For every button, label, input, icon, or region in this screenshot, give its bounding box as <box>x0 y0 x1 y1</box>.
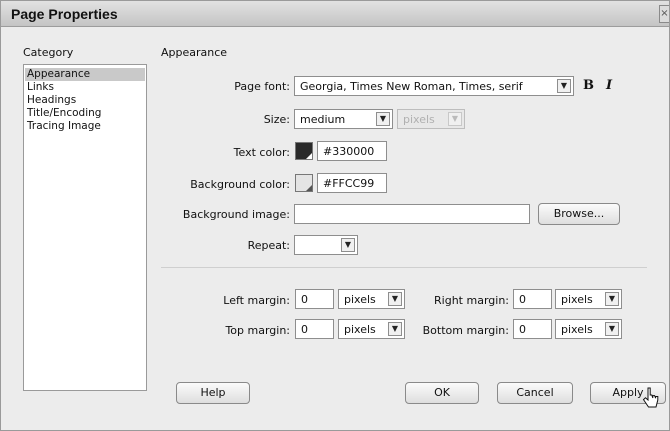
bottom-margin-unit-value: pixels <box>561 323 593 336</box>
category-item-tracing-image[interactable]: Tracing Image <box>27 120 101 132</box>
size-unit-select: pixels ▼ <box>397 109 465 129</box>
top-margin-label: Top margin: <box>225 324 290 337</box>
background-image-input[interactable] <box>294 204 530 224</box>
bottom-margin-label: Bottom margin: <box>422 324 509 337</box>
divider <box>161 267 647 268</box>
italic-button[interactable]: I <box>606 78 612 93</box>
repeat-label: Repeat: <box>247 239 290 252</box>
size-select[interactable]: medium ▼ <box>294 109 393 129</box>
page-font-value: Georgia, Times New Roman, Times, serif <box>300 80 523 93</box>
right-margin-unit-select[interactable]: pixels ▼ <box>555 289 622 309</box>
background-color-swatch[interactable] <box>295 174 313 192</box>
bottom-margin-input[interactable]: 0 <box>513 319 552 339</box>
close-icon[interactable]: × <box>659 5 669 23</box>
chevron-down-icon: ▼ <box>605 322 619 336</box>
top-margin-unit-select[interactable]: pixels ▼ <box>338 319 405 339</box>
title-bar: Page Properties × <box>1 1 669 27</box>
right-margin-unit-value: pixels <box>561 293 593 306</box>
bottom-margin-unit-select[interactable]: pixels ▼ <box>555 319 622 339</box>
page-properties-dialog: Page Properties × Category Appearance Li… <box>0 0 670 431</box>
right-margin-label: Right margin: <box>434 294 509 307</box>
chevron-down-icon: ▼ <box>448 112 462 126</box>
help-button[interactable]: Help <box>176 382 250 404</box>
panel-header: Appearance <box>161 46 228 59</box>
text-color-label: Text color: <box>233 146 290 159</box>
chevron-down-icon: ▼ <box>557 79 571 93</box>
page-font-label: Page font: <box>234 80 290 93</box>
left-margin-unit-select[interactable]: pixels ▼ <box>338 289 405 309</box>
chevron-down-icon: ▼ <box>341 238 355 252</box>
dialog-title: Page Properties <box>11 6 118 22</box>
top-margin-unit-value: pixels <box>344 323 376 336</box>
repeat-select[interactable]: ▼ <box>294 235 358 255</box>
text-color-input[interactable]: #330000 <box>317 141 387 161</box>
background-color-label: Background color: <box>190 178 290 191</box>
category-list: Appearance Links Headings Title/Encoding… <box>23 64 147 391</box>
size-value: medium <box>300 113 346 126</box>
chevron-down-icon: ▼ <box>388 292 402 306</box>
category-item-links[interactable]: Links <box>27 81 54 93</box>
chevron-down-icon: ▼ <box>376 112 390 126</box>
background-image-label: Background image: <box>182 208 290 221</box>
background-color-input[interactable]: #FFCC99 <box>317 173 387 193</box>
category-item-title-encoding[interactable]: Title/Encoding <box>27 107 101 119</box>
text-color-swatch[interactable] <box>295 142 313 160</box>
page-font-select[interactable]: Georgia, Times New Roman, Times, serif ▼ <box>294 76 574 96</box>
chevron-down-icon: ▼ <box>388 322 402 336</box>
left-margin-unit-value: pixels <box>344 293 376 306</box>
ok-button[interactable]: OK <box>405 382 479 404</box>
browse-button[interactable]: Browse... <box>538 203 620 225</box>
bold-button[interactable]: B <box>583 78 594 93</box>
chevron-down-icon: ▼ <box>605 292 619 306</box>
top-margin-input[interactable]: 0 <box>295 319 334 339</box>
category-item-headings[interactable]: Headings <box>27 94 76 106</box>
left-margin-input[interactable]: 0 <box>295 289 334 309</box>
category-item-appearance[interactable]: Appearance <box>25 68 145 81</box>
right-margin-input[interactable]: 0 <box>513 289 552 309</box>
category-header: Category <box>23 46 74 59</box>
size-unit-value: pixels <box>403 113 435 126</box>
cancel-button[interactable]: Cancel <box>497 382 573 404</box>
left-margin-label: Left margin: <box>223 294 290 307</box>
mouse-pointer-icon <box>642 387 659 408</box>
size-label: Size: <box>263 113 290 126</box>
